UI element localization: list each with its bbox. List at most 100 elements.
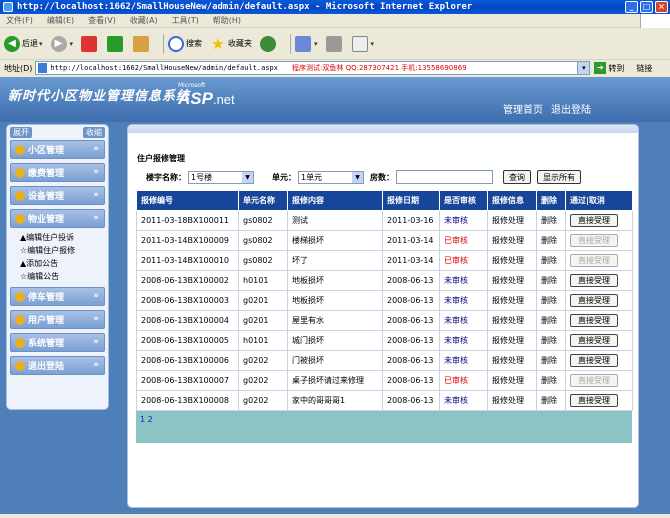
device-icon (15, 190, 25, 201)
page-icon (38, 63, 48, 73)
chevron-down-icon: ▼ (242, 171, 253, 183)
repair-handle-link[interactable]: 报修处理 (487, 330, 537, 351)
ie-icon (3, 2, 13, 12)
delete-link[interactable]: 删除 (536, 330, 566, 351)
sidebar-item-label: 停车管理 (28, 293, 65, 303)
accept-button[interactable]: 直接受理 (570, 214, 618, 227)
menu-tools[interactable]: 工具(T) (172, 15, 199, 26)
chevron-down-icon[interactable]: ▾ (70, 40, 74, 48)
home-button[interactable] (133, 35, 151, 52)
menu-file[interactable]: 文件(F) (6, 15, 33, 26)
accept-button[interactable]: 直接受理 (570, 354, 618, 367)
sidebar-item-parking[interactable]: 停车管理 » (10, 287, 105, 306)
go-button[interactable]: ➔ 转到 (594, 62, 624, 74)
cell-action: 直接受理 (565, 370, 633, 391)
cell-review-status: 已审核 (439, 370, 488, 391)
col-header: 是否审核 (439, 190, 488, 211)
menu-help[interactable]: 帮助(H) (213, 15, 241, 26)
cell-repair-content: 门被损坏 (287, 350, 383, 371)
minimize-icon[interactable]: _ (625, 1, 638, 13)
repair-handle-link[interactable]: 报修处理 (487, 270, 537, 291)
submenu-edit-repairs[interactable]: ☆编辑住户报修 (20, 244, 105, 257)
collapse-all-button[interactable]: 收缩 (83, 127, 105, 138)
sidebar-item-community[interactable]: 小区管理 » (10, 140, 105, 159)
chevron-down-icon[interactable]: ▾ (371, 40, 375, 48)
close-icon[interactable]: × (655, 1, 668, 13)
delete-link[interactable]: 删除 (536, 310, 566, 331)
repair-handle-link[interactable]: 报修处理 (487, 350, 537, 371)
submenu-edit-notice[interactable]: ☆编辑公告 (20, 270, 105, 283)
menu-edit[interactable]: 编辑(E) (47, 15, 74, 26)
menu-favorites[interactable]: 收藏(A) (130, 15, 158, 26)
stop-button[interactable] (81, 35, 99, 52)
forward-button[interactable]: ▶ ▾ (50, 35, 74, 52)
repair-handle-link[interactable]: 报修处理 (487, 230, 537, 251)
window-controls: _ □ × (625, 1, 668, 13)
delete-link[interactable]: 删除 (536, 210, 566, 231)
sidebar-item-fees[interactable]: 缴费管理 » (10, 163, 105, 182)
chevron-down-icon[interactable]: ▾ (314, 40, 318, 48)
repair-handle-link[interactable]: 报修处理 (487, 210, 537, 231)
sidebar-item-logout[interactable]: 退出登陆 » (10, 356, 105, 375)
delete-link[interactable]: 删除 (536, 250, 566, 271)
search-button[interactable]: 搜索 (168, 35, 202, 52)
admin-home-link[interactable]: 管理首页 (503, 101, 543, 116)
refresh-button[interactable] (107, 35, 125, 52)
repair-handle-link[interactable]: 报修处理 (487, 290, 537, 311)
table-row: 2008-06-13BX100002 h0101 地板损坏 2008-06-13 未审核… (136, 270, 633, 291)
accept-button[interactable]: 直接受理 (570, 314, 618, 327)
repair-handle-link[interactable]: 报修处理 (487, 390, 537, 411)
delete-link[interactable]: 删除 (536, 290, 566, 311)
repair-handle-link[interactable]: 报修处理 (487, 310, 537, 331)
cell-repair-id: 2008-06-13BX100007 (136, 370, 239, 391)
accept-button[interactable]: 直接受理 (570, 294, 618, 307)
unit-select[interactable]: 1单元 ▼ (298, 170, 364, 184)
cell-unit-name: gs0802 (238, 250, 288, 271)
accept-button[interactable]: 直接受理 (570, 274, 618, 287)
chevron-down-icon[interactable]: ▾ (577, 62, 590, 74)
chevron-down-icon[interactable]: ▾ (39, 40, 43, 48)
cell-review-status: 未审核 (439, 270, 488, 291)
query-button[interactable]: 查询 (503, 170, 531, 184)
floor-input[interactable] (396, 170, 493, 184)
maximize-icon[interactable]: □ (640, 1, 653, 13)
delete-link[interactable]: 删除 (536, 270, 566, 291)
expand-all-button[interactable]: 展开 (10, 127, 32, 138)
cell-repair-id: 2008-06-13BX100002 (136, 270, 239, 291)
car-icon (15, 291, 25, 302)
sidebar-item-devices[interactable]: 设备管理 » (10, 186, 105, 205)
building-select[interactable]: 1号楼 ▼ (188, 170, 254, 184)
delete-link[interactable]: 删除 (536, 230, 566, 251)
edit-button[interactable]: ▾ (351, 35, 375, 52)
favorites-button[interactable]: ★ 收藏夹 (210, 36, 252, 52)
pagination[interactable]: 1 2 (136, 411, 632, 443)
menu-view[interactable]: 查看(V) (88, 15, 116, 26)
col-header: 报修内容 (287, 190, 383, 211)
accept-button[interactable]: 直接受理 (570, 334, 618, 347)
user-icon (15, 314, 25, 325)
delete-link[interactable]: 删除 (536, 370, 566, 391)
mail-button[interactable]: ▾ (295, 35, 318, 52)
logo-net: .net (212, 92, 235, 107)
address-input[interactable]: http://localhost:1662/SmallHouseNew/admi… (35, 61, 591, 75)
logout-link[interactable]: 退出登陆 (551, 101, 591, 116)
cell-repair-date: 2011-03-14 (382, 230, 440, 251)
sidebar-item-users[interactable]: 用户管理 » (10, 310, 105, 329)
cell-repair-id: 2011-03-18BX100011 (136, 210, 239, 231)
go-label: 转到 (608, 63, 625, 73)
sidebar-item-property[interactable]: 物业管理 » (10, 209, 105, 228)
accept-button[interactable]: 直接受理 (570, 394, 618, 407)
links-label[interactable]: 链接 (636, 63, 652, 74)
show-all-button[interactable]: 显示所有 (537, 170, 581, 184)
sidebar-item-system[interactable]: 系统管理 » (10, 333, 105, 352)
print-button[interactable] (325, 35, 344, 52)
submenu-add-notice[interactable]: ▲添加公告 (20, 257, 105, 270)
media-button[interactable] (260, 35, 278, 52)
delete-link[interactable]: 删除 (536, 350, 566, 371)
building-select-value: 1号楼 (191, 172, 213, 182)
back-button[interactable]: ◀ 后退 ▾ (4, 35, 43, 52)
submenu-edit-complaints[interactable]: ▲编辑住户投诉 (20, 231, 105, 244)
repair-handle-link[interactable]: 报修处理 (487, 250, 537, 271)
delete-link[interactable]: 删除 (536, 390, 566, 411)
repair-handle-link[interactable]: 报修处理 (487, 370, 537, 391)
